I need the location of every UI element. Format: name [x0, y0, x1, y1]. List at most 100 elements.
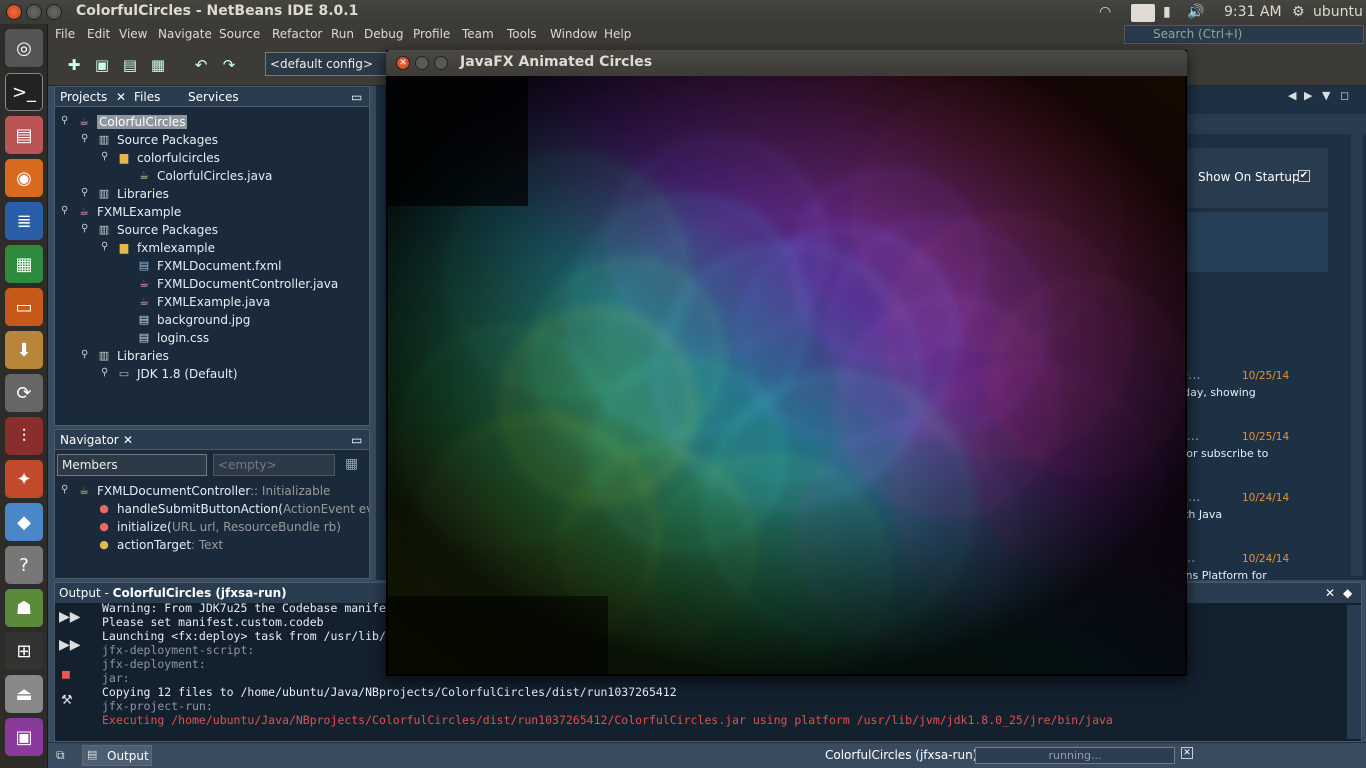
show-on-startup-checkbox[interactable]: ✔: [1298, 170, 1310, 182]
menu-debug[interactable]: Debug: [364, 27, 403, 41]
save-all-icon[interactable]: ▦: [147, 54, 169, 76]
maximize-icon[interactable]: [434, 56, 448, 70]
expand-toggle-icon[interactable]: ⚲: [101, 241, 108, 252]
terminal-icon[interactable]: >_: [5, 73, 43, 111]
tab-files[interactable]: Files: [134, 90, 160, 104]
tab-projects[interactable]: Projects: [60, 90, 107, 104]
animated-circles-canvas[interactable]: [388, 76, 1185, 674]
tree-item[interactable]: ⚲ ▭ JDK 1.8 (Default): [55, 365, 355, 383]
output-tab-button[interactable]: ▤ Output: [82, 745, 152, 766]
tree-item[interactable]: ☕ FXMLDocumentController.java: [55, 275, 355, 293]
tab-list-icon[interactable]: ▼: [1322, 89, 1330, 102]
menu-help[interactable]: Help: [604, 27, 631, 41]
class-view-icon[interactable]: ▦: [345, 456, 358, 472]
menu-tools[interactable]: Tools: [507, 27, 537, 41]
tree-item[interactable]: ⚲ ▆ colorfulcircles: [55, 149, 355, 167]
drive-icon[interactable]: ⏏: [5, 675, 43, 713]
close-icon[interactable]: ✕: [116, 90, 126, 104]
members-select[interactable]: Members: [57, 454, 207, 476]
tree-item[interactable]: ▤ FXMLDocument.fxml: [55, 257, 355, 275]
tab-navigator[interactable]: Navigator: [60, 433, 119, 447]
gear-icon[interactable]: ⚙: [1292, 4, 1305, 20]
menu-team[interactable]: Team: [462, 27, 494, 41]
workspace-icon[interactable]: ⊞: [5, 632, 43, 670]
software-center-icon[interactable]: ⬇: [5, 331, 43, 369]
menu-edit[interactable]: Edit: [87, 27, 110, 41]
files-icon[interactable]: ▤: [5, 116, 43, 154]
open-project-icon[interactable]: ▤: [119, 54, 141, 76]
menu-view[interactable]: View: [119, 27, 147, 41]
tree-item[interactable]: ⚲ ▆ fxmlexample: [55, 239, 355, 257]
settings-wrench-icon[interactable]: ⚒: [61, 693, 73, 708]
close-icon[interactable]: ✕: [396, 56, 410, 70]
expand-toggle-icon[interactable]: ⚲: [61, 484, 68, 495]
tree-item[interactable]: ⚲ ▥ Libraries: [55, 185, 355, 203]
filter-select[interactable]: <empty>: [213, 454, 335, 476]
tree-item[interactable]: ☕ ColorfulCircles.java: [55, 167, 355, 185]
tree-item[interactable]: ☕ FXMLExample.java: [55, 293, 355, 311]
menu-navigate[interactable]: Navigate: [158, 27, 212, 41]
navigator-item[interactable]: ⚲ ☕ FXMLDocumentController :: Initializabl…: [55, 482, 369, 500]
menu-source[interactable]: Source: [219, 27, 260, 41]
rerun-icon[interactable]: ▶▶: [59, 609, 81, 625]
expand-toggle-icon[interactable]: ⚲: [61, 205, 68, 216]
new-project-icon[interactable]: ▣: [91, 54, 113, 76]
minimize-icon[interactable]: ▭: [351, 433, 362, 447]
tree-item[interactable]: ⚲ ☕ ColorfulCircles: [55, 113, 355, 131]
dash-icon[interactable]: ◎: [5, 29, 43, 67]
scrollbar[interactable]: [1351, 116, 1363, 576]
tree-item[interactable]: ⚲ ▥ Libraries: [55, 347, 355, 365]
rerun-params-icon[interactable]: ▶▶: [59, 637, 81, 653]
clock[interactable]: 9:31 AM: [1224, 4, 1282, 20]
language-indicator[interactable]: En: [1131, 4, 1155, 22]
close-icon[interactable]: ✕: [1325, 583, 1335, 603]
expand-toggle-icon[interactable]: ⚲: [81, 187, 88, 198]
menu-window[interactable]: Window: [550, 27, 597, 41]
menu-file[interactable]: File: [55, 27, 75, 41]
search-input[interactable]: Search (Ctrl+I): [1124, 25, 1364, 44]
menu-profile[interactable]: Profile: [413, 27, 450, 41]
tab-scroll-right-icon[interactable]: ▶: [1304, 89, 1312, 102]
tree-item[interactable]: ▤ login.css: [55, 329, 355, 347]
maximize-icon[interactable]: ◻: [1340, 89, 1349, 102]
navigator-item[interactable]: ● initialize(URL url, ResourceBundle rb): [55, 518, 369, 536]
menu-refactor[interactable]: Refactor: [272, 27, 322, 41]
navigator-item[interactable]: ● handleSubmitButtonAction(ActionEvent ev…: [55, 500, 369, 518]
update-icon[interactable]: ⟳: [5, 374, 43, 412]
expand-toggle-icon[interactable]: ⚲: [81, 349, 88, 360]
settings-icon[interactable]: ⫶: [5, 417, 43, 455]
navigator-item[interactable]: ● actionTarget : Text: [55, 536, 369, 554]
redo-icon[interactable]: ↷: [218, 54, 240, 76]
java-app-icon[interactable]: ▣: [5, 718, 43, 756]
expand-toggle-icon[interactable]: ⚲: [81, 223, 88, 234]
wifi-icon[interactable]: ◠: [1099, 4, 1111, 20]
minimize-icon[interactable]: [415, 56, 429, 70]
window-close-button[interactable]: [6, 4, 22, 20]
options-icon[interactable]: ◆: [1343, 583, 1352, 603]
expand-toggle-icon[interactable]: ⚲: [81, 133, 88, 144]
restore-windows-icon[interactable]: ⧉: [56, 748, 65, 763]
user-name[interactable]: ubuntu: [1313, 4, 1363, 20]
battery-icon[interactable]: ▮: [1163, 4, 1171, 20]
new-file-icon[interactable]: ✚: [63, 54, 85, 76]
tree-item[interactable]: ▤ background.jpg: [55, 311, 355, 329]
cancel-task-icon[interactable]: ✕: [1181, 747, 1193, 759]
stop-icon[interactable]: ◼: [61, 667, 71, 681]
help-icon[interactable]: ?: [5, 546, 43, 584]
output-scrollbar[interactable]: [1347, 605, 1361, 739]
menu-run[interactable]: Run: [331, 27, 354, 41]
android-icon[interactable]: ☗: [5, 589, 43, 627]
volume-icon[interactable]: 🔊: [1187, 4, 1204, 20]
config-select[interactable]: <default config>: [265, 52, 395, 76]
expand-toggle-icon[interactable]: ⚲: [101, 151, 108, 162]
window-maximize-button[interactable]: [46, 4, 62, 20]
tab-services[interactable]: Services: [188, 90, 239, 104]
minimize-icon[interactable]: ▭: [351, 90, 362, 104]
tree-item[interactable]: ⚲ ☕ FXMLExample: [55, 203, 355, 221]
netbeans-icon[interactable]: ◆: [5, 503, 43, 541]
tree-item[interactable]: ⚲ ▥ Source Packages: [55, 221, 355, 239]
impress-icon[interactable]: ▭: [5, 288, 43, 326]
tools-icon[interactable]: ✦: [5, 460, 43, 498]
expand-toggle-icon[interactable]: ⚲: [101, 367, 108, 378]
tree-item[interactable]: ⚲ ▥ Source Packages: [55, 131, 355, 149]
